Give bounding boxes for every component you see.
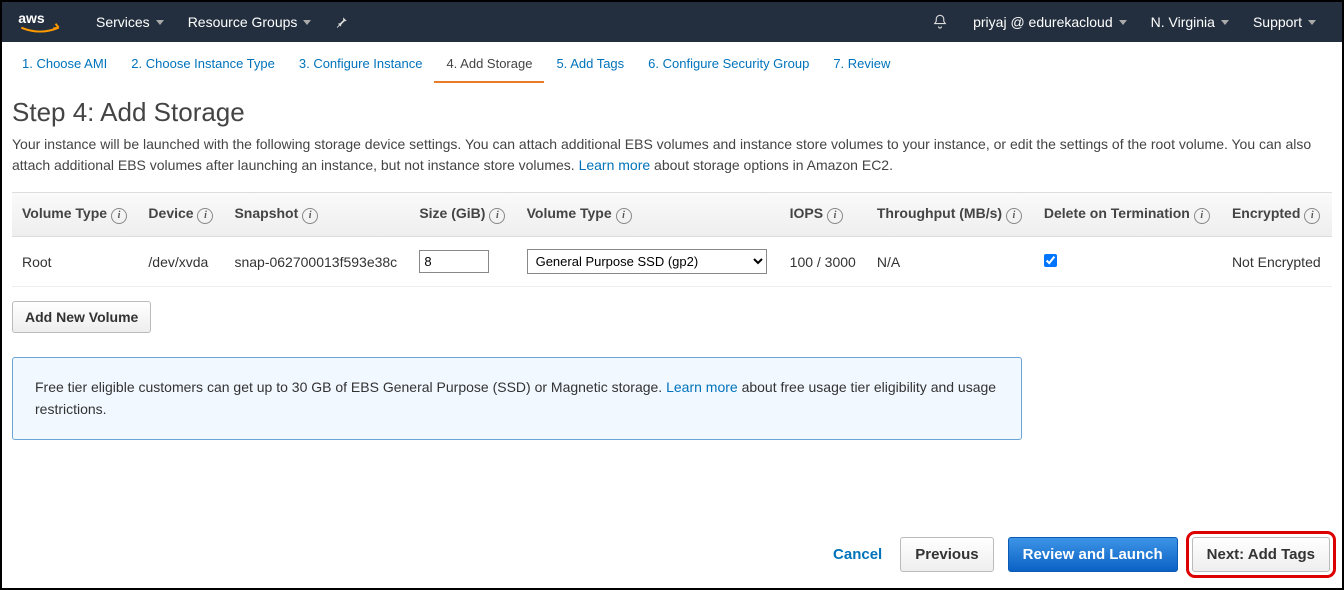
nav-region[interactable]: N. Virginia bbox=[1139, 2, 1241, 42]
th-label: Snapshot bbox=[234, 205, 298, 221]
step-review[interactable]: 7. Review bbox=[821, 52, 902, 83]
delete-on-termination-checkbox[interactable] bbox=[1044, 254, 1057, 267]
size-input[interactable] bbox=[419, 250, 489, 273]
th-label: Device bbox=[148, 205, 193, 221]
th-label: Volume Type bbox=[22, 205, 107, 221]
step-configure-instance[interactable]: 3. Configure Instance bbox=[287, 52, 435, 83]
th-snapshot: Snapshot i bbox=[224, 193, 409, 237]
top-navbar: aws Services Resource Groups priyaj @ ed… bbox=[2, 2, 1342, 42]
info-icon[interactable]: i bbox=[302, 208, 318, 224]
step-label: 4. Add Storage bbox=[446, 56, 532, 71]
info-icon[interactable]: i bbox=[1194, 208, 1210, 224]
info-icon[interactable]: i bbox=[616, 208, 632, 224]
nav-support-label: Support bbox=[1253, 14, 1302, 30]
pin-icon bbox=[335, 15, 349, 29]
info-learn-more-link[interactable]: Learn more bbox=[666, 379, 738, 395]
nav-services-label: Services bbox=[96, 14, 150, 30]
nav-account-label: priyaj @ edurekacloud bbox=[973, 14, 1113, 30]
cancel-button[interactable]: Cancel bbox=[829, 538, 886, 571]
cell-throughput: N/A bbox=[867, 237, 1034, 287]
info-icon[interactable]: i bbox=[197, 208, 213, 224]
info-icon[interactable]: i bbox=[111, 208, 127, 224]
th-encrypted: Encrypted i bbox=[1222, 193, 1332, 237]
table-row: Root /dev/xvda snap-062700013f593e38c Ge… bbox=[12, 237, 1332, 287]
main-content: Step 4: Add Storage Your instance will b… bbox=[2, 83, 1342, 440]
step-label: 1. Choose AMI bbox=[22, 56, 107, 71]
table-header-row: Volume Type i Device i Snapshot i Size (… bbox=[12, 193, 1332, 237]
step-label: 6. Configure Security Group bbox=[648, 56, 809, 71]
step-label: 3. Configure Instance bbox=[299, 56, 423, 71]
next-add-tags-button[interactable]: Next: Add Tags bbox=[1192, 537, 1330, 572]
nav-services[interactable]: Services bbox=[84, 2, 176, 42]
th-label: IOPS bbox=[790, 205, 823, 221]
step-label: 5. Add Tags bbox=[556, 56, 624, 71]
nav-support[interactable]: Support bbox=[1241, 2, 1328, 42]
cell-device: /dev/xvda bbox=[138, 237, 224, 287]
nav-notifications[interactable] bbox=[919, 2, 961, 42]
th-delete-on-termination: Delete on Termination i bbox=[1034, 193, 1222, 237]
th-device: Device i bbox=[138, 193, 224, 237]
step-choose-ami[interactable]: 1. Choose AMI bbox=[10, 52, 119, 83]
nav-resource-groups[interactable]: Resource Groups bbox=[176, 2, 324, 42]
th-volume-type-a: Volume Type i bbox=[12, 193, 138, 237]
step-configure-security-group[interactable]: 6. Configure Security Group bbox=[636, 52, 821, 83]
wizard-steps: 1. Choose AMI 2. Choose Instance Type 3.… bbox=[2, 42, 1342, 83]
th-label: Volume Type bbox=[527, 205, 612, 221]
th-size: Size (GiB) i bbox=[409, 193, 516, 237]
th-volume-type-b: Volume Type i bbox=[517, 193, 780, 237]
th-label: Size (GiB) bbox=[419, 205, 485, 221]
svg-text:aws: aws bbox=[18, 10, 45, 26]
previous-button[interactable]: Previous bbox=[900, 537, 993, 572]
nav-account[interactable]: priyaj @ edurekacloud bbox=[961, 2, 1139, 42]
cell-delete-on-termination bbox=[1034, 237, 1222, 287]
cell-encrypted: Not Encrypted bbox=[1222, 237, 1332, 287]
cell-snapshot: snap-062700013f593e38c bbox=[224, 237, 409, 287]
th-throughput: Throughput (MB/s) i bbox=[867, 193, 1034, 237]
caret-down-icon bbox=[1119, 20, 1127, 25]
caret-down-icon bbox=[156, 20, 164, 25]
review-and-launch-button[interactable]: Review and Launch bbox=[1008, 537, 1178, 572]
info-icon[interactable]: i bbox=[1304, 208, 1320, 224]
cell-volume-type-a: Root bbox=[12, 237, 138, 287]
caret-down-icon bbox=[1221, 20, 1229, 25]
step-choose-instance-type[interactable]: 2. Choose Instance Type bbox=[119, 52, 287, 83]
storage-table: Volume Type i Device i Snapshot i Size (… bbox=[12, 192, 1332, 287]
step-add-storage[interactable]: 4. Add Storage bbox=[434, 52, 544, 83]
info-text-1: Free tier eligible customers can get up … bbox=[35, 379, 666, 395]
aws-logo[interactable]: aws bbox=[16, 7, 64, 37]
cell-volume-type-b: General Purpose SSD (gp2) bbox=[517, 237, 780, 287]
footer-buttons: Cancel Previous Review and Launch Next: … bbox=[829, 537, 1330, 572]
th-label: Encrypted bbox=[1232, 205, 1300, 221]
intro-part2: about storage options in Amazon EC2. bbox=[654, 157, 893, 173]
bell-icon bbox=[931, 13, 949, 31]
step-add-tags[interactable]: 5. Add Tags bbox=[544, 52, 636, 83]
intro-text: Your instance will be launched with the … bbox=[12, 134, 1332, 176]
step-label: 2. Choose Instance Type bbox=[131, 56, 275, 71]
volume-type-select[interactable]: General Purpose SSD (gp2) bbox=[527, 249, 767, 274]
th-label: Delete on Termination bbox=[1044, 205, 1190, 221]
learn-more-link[interactable]: Learn more bbox=[579, 157, 651, 173]
info-icon[interactable]: i bbox=[1006, 208, 1022, 224]
add-new-volume-button[interactable]: Add New Volume bbox=[12, 301, 151, 333]
caret-down-icon bbox=[1308, 20, 1316, 25]
free-tier-info-box: Free tier eligible customers can get up … bbox=[12, 357, 1022, 440]
nav-region-label: N. Virginia bbox=[1151, 14, 1215, 30]
th-iops: IOPS i bbox=[780, 193, 867, 237]
page-title: Step 4: Add Storage bbox=[12, 97, 1332, 128]
info-icon[interactable]: i bbox=[827, 208, 843, 224]
caret-down-icon bbox=[303, 20, 311, 25]
cell-iops: 100 / 3000 bbox=[780, 237, 867, 287]
th-label: Throughput (MB/s) bbox=[877, 205, 1002, 221]
step-label: 7. Review bbox=[833, 56, 890, 71]
aws-logo-icon: aws bbox=[16, 9, 64, 37]
cell-size bbox=[409, 237, 516, 287]
nav-resource-groups-label: Resource Groups bbox=[188, 14, 298, 30]
nav-pin[interactable] bbox=[323, 2, 361, 42]
info-icon[interactable]: i bbox=[489, 208, 505, 224]
